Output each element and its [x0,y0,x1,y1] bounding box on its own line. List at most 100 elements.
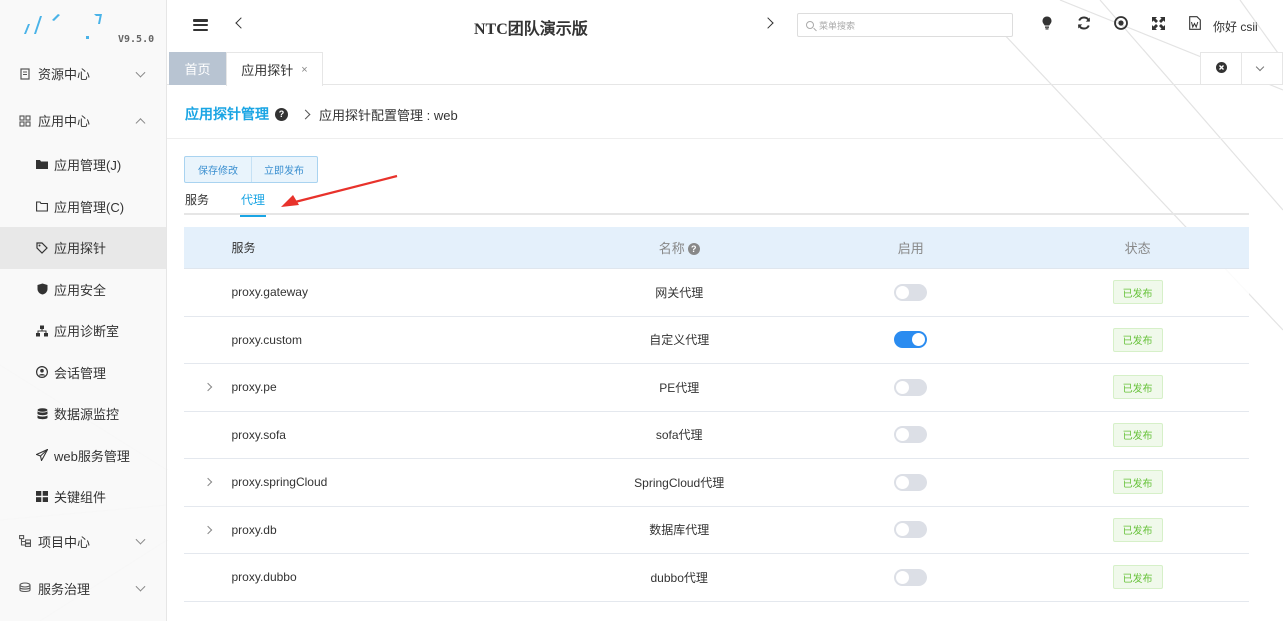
folder-filled-icon [35,158,49,172]
menu-group-project-center[interactable]: 项目中心 [0,518,166,565]
enable-toggle[interactable] [894,568,928,586]
tab-tools [1200,52,1283,85]
enable-toggle[interactable] [894,378,928,396]
table-row: proxy.pe PE代理 已发布 [184,364,1249,412]
cell-service: proxy.pe [231,380,277,395]
chevron-down-icon[interactable] [1241,53,1277,84]
column-header-service[interactable]: 服务 [231,239,562,256]
grid-icon [18,114,32,128]
app-title: NTC团队演示版 [474,21,588,38]
fullscreen-icon[interactable] [1150,14,1166,32]
sidebar-item-session-manage[interactable]: 会话管理 [0,352,166,394]
close-all-icon[interactable] [1201,61,1241,76]
tab-proxy[interactable]: 代理 [239,191,267,217]
column-header-name[interactable]: 名称? [563,238,796,257]
status-badge: 已发布 [1112,422,1163,447]
folder-tree-icon [18,534,32,548]
main-content: 应用探针管理 ? 应用探针配置管理 : web 保存修改 立即发布 服务 代理 … [167,86,1283,621]
sidebar-item-key-components[interactable]: 关键组件 [0,476,166,518]
menu-search-input[interactable]: 菜单搜索 [797,13,1013,37]
menu-group-label: 应用中心 [38,114,91,129]
question-icon[interactable]: ? [687,243,700,255]
chevron-down-icon [135,534,146,545]
chevron-right-icon[interactable] [762,17,774,29]
table-header: 服务 名称? 启用 状态 [184,227,1249,269]
table-row: proxy.custom 自定义代理 已发布 [184,316,1249,364]
user-greeting[interactable]: 你好 csii [1213,18,1258,35]
expand-chevron-icon[interactable] [203,478,212,487]
cell-name: PE代理 [659,380,700,395]
breadcrumb-main[interactable]: 应用探针管理 [185,104,269,124]
cell-service: proxy.custom [231,332,302,347]
chevron-down-icon [135,67,146,78]
folder-outline-icon [35,199,49,213]
cell-name: 网关代理 [655,285,704,300]
expand-chevron-icon[interactable] [203,525,212,534]
table-row: proxy.dubbo dubbo代理 已发布 [184,554,1249,602]
enable-toggle[interactable] [894,283,928,301]
enable-toggle[interactable] [894,331,928,349]
tab-app-probe[interactable]: 应用探针 × [226,52,323,86]
tab-home[interactable]: 首页 [169,52,226,85]
sidebar-item-app-manage-j[interactable]: 应用管理(J) [0,144,166,186]
logo: V9.5.0 [0,0,166,50]
close-icon[interactable]: × [301,64,307,76]
lightbulb-icon[interactable] [1039,14,1055,32]
save-button[interactable]: 保存修改 [185,157,251,182]
status-badge: 已发布 [1112,327,1163,352]
menu-group-service-governance[interactable]: 服务治理 [0,565,166,612]
record-icon[interactable] [1113,14,1129,32]
search-placeholder: 菜单搜索 [819,20,856,31]
enable-toggle[interactable] [894,521,928,539]
cell-service: proxy.dubbo [231,570,297,585]
refresh-icon[interactable] [1076,14,1092,32]
menu-group-app-center[interactable]: 应用中心 [0,97,166,144]
sidebar-item-app-manage-c[interactable]: 应用管理(C) [0,186,166,228]
status-badge: 已发布 [1112,470,1163,495]
cell-service: proxy.gateway [231,285,308,300]
logo-mark-icon [24,14,102,39]
enable-toggle[interactable] [894,426,928,444]
version-label: V9.5.0 [118,34,155,45]
sitemap-icon [35,324,49,338]
question-icon[interactable]: ? [275,107,288,121]
sidebar-item-label: 应用管理(C) [54,199,125,215]
top-header: NTC团队演示版 菜单搜索 你好 csii [167,0,1283,50]
database-icon [35,407,49,421]
table-row: proxy.springCloud SpringCloud代理 已发布 [184,459,1249,507]
sidebar-item-datasource-monitor[interactable]: 数据源监控 [0,393,166,435]
expand-chevron-icon[interactable] [203,383,212,392]
chevron-down-icon [135,581,146,592]
sidebar-item-app-security[interactable]: 应用安全 [0,269,166,311]
divider [167,138,1283,139]
hamburger-menu-icon[interactable] [193,19,208,32]
server-icon [18,581,32,595]
status-badge: 已发布 [1112,375,1163,400]
menu-group-label: 项目中心 [38,534,91,550]
word-doc-icon[interactable] [1187,14,1203,32]
sidebar-item-label: 关键组件 [54,490,107,506]
tab-label: 应用探针 [241,63,294,78]
tag-icon [35,241,49,255]
status-badge: 已发布 [1112,280,1163,305]
status-badge: 已发布 [1112,517,1163,542]
sidebar-item-app-diagnosis[interactable]: 应用诊断室 [0,310,166,352]
cell-name: dubbo代理 [650,570,708,585]
sidebar-item-app-probe[interactable]: 应用探针 [0,227,166,269]
user-circle-icon [35,365,49,379]
cell-service: proxy.sofa [231,427,286,442]
column-header-enabled: 启用 [897,241,924,256]
cell-name: sofa代理 [655,428,703,443]
chevron-left-icon[interactable] [235,17,247,29]
sidebar-item-web-service[interactable]: web服务管理 [0,435,166,477]
tab-service[interactable]: 服务 [185,191,209,208]
document-icon [18,67,32,81]
table-row: proxy.db 数据库代理 已发布 [184,506,1249,554]
sidebar: V9.5.0 资源中心 应用中心 应用管理(J) 应用管理(C) 应用探针 应用… [0,0,167,621]
enable-toggle[interactable] [894,473,928,491]
menu-group-resource-center[interactable]: 资源中心 [0,50,166,97]
chevron-right-icon [300,109,311,119]
menu-group-label: 服务治理 [38,581,91,597]
sidebar-item-label: 应用诊断室 [54,324,120,340]
breadcrumb-sub: 应用探针配置管理 : web [319,107,458,123]
